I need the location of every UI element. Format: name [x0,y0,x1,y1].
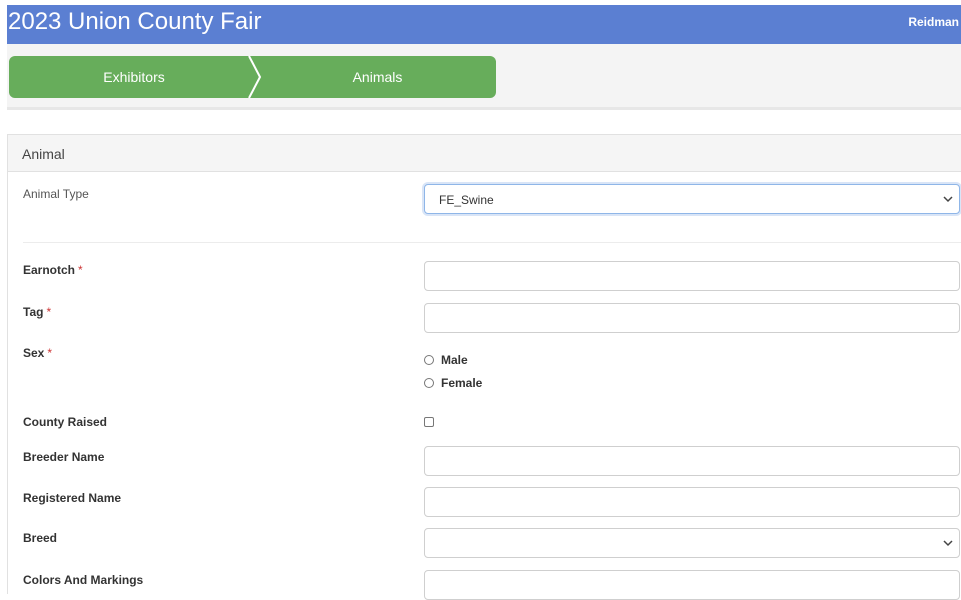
required-mark: * [47,346,53,360]
chevron-down-icon [943,196,953,203]
sex-option-female-label: Female [441,376,483,390]
radio-icon[interactable] [424,355,434,365]
animal-type-label: Animal Type [23,187,89,201]
tag-input[interactable] [424,303,960,333]
earnotch-label: Earnotch * [23,263,83,277]
colors-and-markings-input[interactable] [424,570,960,600]
steps-bar: Exhibitors Animals [7,44,961,110]
breed-label: Breed [23,531,58,545]
app-header: 2023 Union County Fair Reidman [7,5,961,44]
divider [23,242,961,243]
earnotch-input[interactable] [424,261,960,291]
breed-select[interactable] [424,528,960,558]
sex-option-female[interactable]: Female [424,376,482,390]
sex-option-male[interactable]: Male [424,353,468,367]
wizard-steps: Exhibitors Animals [9,56,496,98]
sex-option-male-label: Male [441,353,468,367]
breeder-name-label: Breeder Name [23,450,105,464]
panel-heading: Animal [8,135,961,172]
colors-and-markings-label: Colors And Markings [23,573,144,587]
chevron-down-icon [943,540,953,547]
user-name-link[interactable]: Reidman [908,15,959,29]
breeder-name-input[interactable] [424,446,960,476]
animal-panel: Animal Animal Type FE_Swine Earnotch * Ta… [7,134,961,600]
registered-name-label: Registered Name [23,491,122,505]
animal-type-select[interactable]: FE_Swine [424,184,960,214]
county-raised-checkbox[interactable] [424,417,434,427]
step-animals[interactable]: Animals [259,56,496,98]
registered-name-input[interactable] [424,487,960,517]
radio-icon[interactable] [424,378,434,388]
required-mark: * [46,305,52,319]
step-exhibitors[interactable]: Exhibitors [9,56,259,98]
tag-label: Tag * [23,305,52,319]
required-mark: * [78,263,83,277]
county-raised-label: County Raised [23,415,108,429]
animal-type-value: FE_Swine [439,193,494,207]
sex-label: Sex * [23,346,53,360]
app-title: 2023 Union County Fair [8,8,262,35]
